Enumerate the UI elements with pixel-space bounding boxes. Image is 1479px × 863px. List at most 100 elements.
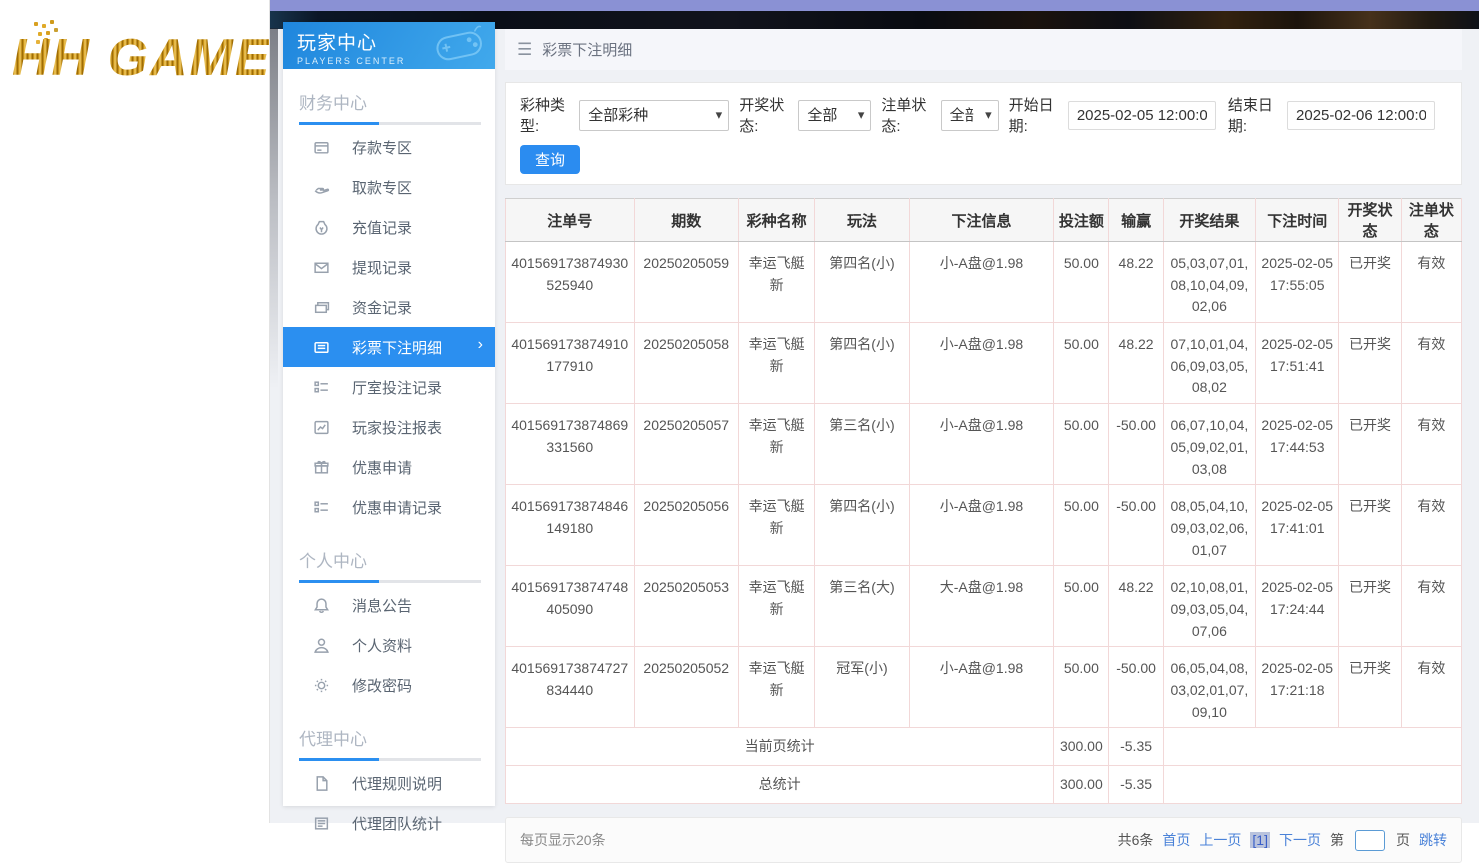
table-cell: 2025-02-05 17:24:44 bbox=[1256, 566, 1339, 647]
table-row: 40156917387484614918020250205056幸运飞艇新第四名… bbox=[506, 485, 1462, 566]
table-cell: 2025-02-05 17:51:41 bbox=[1256, 323, 1339, 404]
sidebar-item[interactable]: 优惠申请› bbox=[283, 447, 495, 487]
order-status-select[interactable]: 全部 bbox=[941, 100, 999, 131]
table-cell: 2025-02-05 17:41:01 bbox=[1256, 485, 1339, 566]
current-page-indicator[interactable]: [1] bbox=[1250, 832, 1270, 848]
sidebar-item[interactable]: 资金记录› bbox=[283, 287, 495, 327]
newspaper-icon bbox=[313, 815, 330, 832]
bell-icon bbox=[313, 597, 330, 614]
table-cell: 已开奖 bbox=[1339, 647, 1401, 728]
table-cell: 冠军(小) bbox=[815, 647, 909, 728]
sidebar-item-label: 取款专区 bbox=[352, 177, 412, 198]
end-date-input[interactable] bbox=[1287, 101, 1435, 130]
table-cell: -50.00 bbox=[1109, 647, 1163, 728]
table-cell: 第三名(大) bbox=[815, 566, 909, 647]
lottery-type-select[interactable]: 全部彩种 bbox=[579, 100, 729, 131]
table-cell: 50.00 bbox=[1054, 404, 1109, 485]
main-content: ☰ 彩票下注明细 彩种类型: 全部彩种 开奖状态: 全部 注单状态: 全部 开始… bbox=[505, 29, 1462, 823]
table-cell: 已开奖 bbox=[1339, 485, 1401, 566]
table-cell: 有效 bbox=[1401, 647, 1461, 728]
next-page-link[interactable]: 下一页 bbox=[1279, 830, 1321, 850]
table-cell: 20250205052 bbox=[634, 647, 738, 728]
jump-button[interactable]: 跳转 bbox=[1419, 830, 1447, 850]
sidebar-section-title: 代理中心 bbox=[299, 725, 481, 750]
sidebar-item[interactable]: 代理规则说明› bbox=[283, 763, 495, 803]
table-cell: 401569173874910177910 bbox=[506, 323, 635, 404]
sidebar-section-title: 财务中心 bbox=[299, 89, 481, 114]
table-cell: 已开奖 bbox=[1339, 323, 1401, 404]
sidebar-item-label: 玩家投注报表 bbox=[352, 417, 442, 438]
table-cell: 08,05,04,10,09,03,02,06,01,07 bbox=[1163, 485, 1255, 566]
sidebar-item[interactable]: 存款专区› bbox=[283, 127, 495, 167]
sidebar-item[interactable]: 玩家投注报表› bbox=[283, 407, 495, 447]
table-cell: -50.00 bbox=[1109, 404, 1163, 485]
sidebar-item[interactable]: 提现记录› bbox=[283, 247, 495, 287]
table-cell: 20250205053 bbox=[634, 566, 738, 647]
first-page-link[interactable]: 首页 bbox=[1162, 830, 1190, 850]
sidebar-item[interactable]: 充值记录› bbox=[283, 207, 495, 247]
table-cell: 401569173874727834440 bbox=[506, 647, 635, 728]
sidebar-section-title: 个人中心 bbox=[299, 547, 481, 572]
table-cell: 06,05,04,08,03,02,01,07,09,10 bbox=[1163, 647, 1255, 728]
sidebar-item[interactable]: 厅室投注记录› bbox=[283, 367, 495, 407]
sidebar-item-label: 代理规则说明 bbox=[352, 773, 442, 794]
search-button[interactable]: 查询 bbox=[520, 145, 580, 174]
table-row: 40156917387472783444020250205052幸运飞艇新冠军(… bbox=[506, 647, 1462, 728]
table-header-cell: 注单状态 bbox=[1401, 199, 1461, 242]
start-date-input[interactable] bbox=[1068, 101, 1216, 130]
recharge-bag-icon bbox=[313, 219, 330, 236]
top-purple-bar bbox=[270, 0, 1479, 11]
sidebar-item[interactable]: 彩票下注明细 › bbox=[283, 327, 495, 367]
report-chart-icon bbox=[313, 419, 330, 436]
table-header-cell: 下注时间 bbox=[1256, 199, 1339, 242]
prev-page-link[interactable]: 上一页 bbox=[1199, 830, 1241, 850]
table-cell: 05,03,07,01,08,10,04,09,02,06 bbox=[1163, 242, 1255, 323]
table-header-cell: 开奖状态 bbox=[1339, 199, 1401, 242]
table-cell: 第四名(小) bbox=[815, 242, 909, 323]
logo-dots-decoration bbox=[34, 22, 38, 26]
sidebar-item-label: 优惠申请 bbox=[352, 457, 412, 478]
deposit-card-icon bbox=[313, 139, 330, 156]
sidebar-header: 玩家中心 PLAYERS CENTER bbox=[283, 22, 495, 69]
jump-page-input[interactable] bbox=[1355, 830, 1385, 851]
sidebar-item-label: 彩票下注明细 bbox=[352, 337, 442, 358]
sidebar-item[interactable]: 取款专区› bbox=[283, 167, 495, 207]
brand-panel: HH GAME bbox=[0, 0, 270, 823]
total-count-text: 共6条 bbox=[1118, 830, 1154, 850]
hamburger-menu-icon[interactable]: ☰ bbox=[517, 40, 532, 60]
table-cell: 第三名(小) bbox=[815, 404, 909, 485]
table-cell: 第四名(小) bbox=[815, 485, 909, 566]
table-header-cell: 玩法 bbox=[815, 199, 909, 242]
sidebar-item-label: 厅室投注记录 bbox=[352, 377, 442, 398]
sidebar-item[interactable]: 代理团队统计› bbox=[283, 803, 495, 843]
sidebar-item-label: 个人资料 bbox=[352, 635, 412, 656]
table-cell: 50.00 bbox=[1054, 242, 1109, 323]
summary-bet-total: 300.00 bbox=[1054, 766, 1109, 804]
summary-label: 总统计 bbox=[506, 766, 1054, 804]
table-cell: 小-A盘@1.98 bbox=[909, 647, 1054, 728]
draw-status-select[interactable]: 全部 bbox=[798, 100, 871, 131]
table-cell: 大-A盘@1.98 bbox=[909, 566, 1054, 647]
filter-panel: 彩种类型: 全部彩种 开奖状态: 全部 注单状态: 全部 开始日期: 结束日期:… bbox=[505, 82, 1462, 185]
table-row: 40156917387493052594020250205059幸运飞艇新第四名… bbox=[506, 242, 1462, 323]
table-cell: 幸运飞艇新 bbox=[738, 485, 814, 566]
promo-gift-icon bbox=[313, 459, 330, 476]
table-cell: 幸运飞艇新 bbox=[738, 566, 814, 647]
withdraw-hand-icon bbox=[313, 179, 330, 196]
sidebar-item-label: 提现记录 bbox=[352, 257, 412, 278]
section-underline bbox=[299, 580, 481, 583]
chevron-right-icon: › bbox=[478, 336, 483, 354]
funds-record-icon bbox=[313, 299, 330, 316]
sidebar-item[interactable]: 消息公告› bbox=[283, 585, 495, 625]
summary-bet-total: 300.00 bbox=[1054, 728, 1109, 766]
table-cell: 小-A盘@1.98 bbox=[909, 404, 1054, 485]
table-cell: 幸运飞艇新 bbox=[738, 242, 814, 323]
sidebar-item[interactable]: 优惠申请记录› bbox=[283, 487, 495, 527]
table-cell: 有效 bbox=[1401, 485, 1461, 566]
sidebar-item[interactable]: 个人资料› bbox=[283, 625, 495, 665]
sidebar-item[interactable]: 修改密码› bbox=[283, 665, 495, 705]
summary-empty bbox=[1163, 766, 1461, 804]
promo-record-icon bbox=[313, 499, 330, 516]
table-cell: 有效 bbox=[1401, 323, 1461, 404]
table-cell: 50.00 bbox=[1054, 566, 1109, 647]
